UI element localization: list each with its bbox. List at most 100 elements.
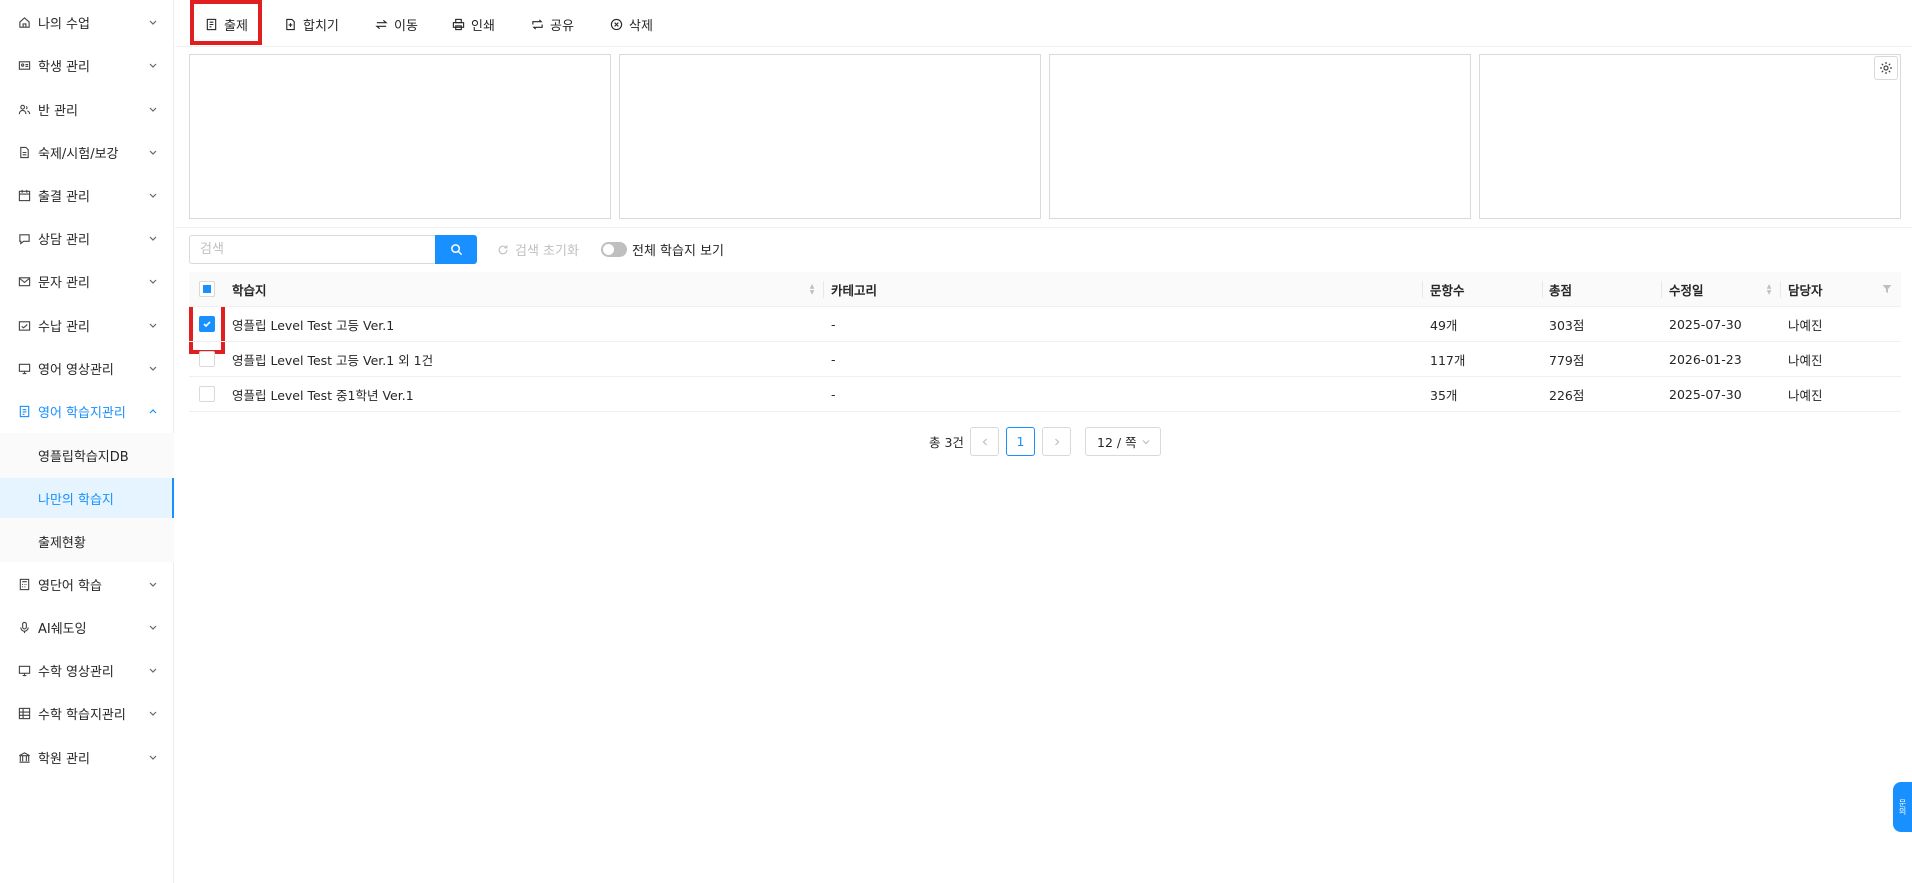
search-reset-label: 검색 초기화 <box>515 244 579 259</box>
sidebar-item-academy[interactable]: 학원 관리 <box>0 736 174 779</box>
cell-question-count: 49개 <box>1430 317 1458 333</box>
sidebar-item-label: 상담 관리 <box>38 233 90 248</box>
sort-icon[interactable]: ▲ ▼ <box>808 284 816 296</box>
sidebar-item-payments[interactable]: 수납 관리 <box>0 304 174 347</box>
share-icon <box>532 18 543 30</box>
prev-page-button[interactable] <box>970 427 999 456</box>
book-icon <box>17 405 31 419</box>
assign-button-label: 출제 <box>224 18 248 34</box>
search-reset-button[interactable]: 검색 초기화 <box>497 235 579 264</box>
sidebar-item-label: 영단어 학습 <box>38 579 102 594</box>
column-header-worksheet[interactable]: 학습지 <box>232 272 267 306</box>
show-all-toggle[interactable]: 전체 학습지 보기 <box>601 235 724 264</box>
sidebar: 나의 수업 학생 관리 반 관리 숙제/시험/보강 출결 관리 상담 관리 문자… <box>0 0 174 883</box>
cell-question-count: 35개 <box>1430 387 1458 403</box>
sort-icon[interactable]: ▲ ▼ <box>1765 284 1773 296</box>
microphone-icon <box>17 621 31 635</box>
merge-button[interactable]: 합치기 <box>276 8 347 40</box>
sidebar-item-english-worksheet[interactable]: 영어 학습지관리 <box>0 390 174 433</box>
move-button-label: 이동 <box>394 18 418 34</box>
column-header-modified-date[interactable]: 수정일 <box>1669 272 1704 306</box>
cell-title[interactable]: 영플립 Level Test 고등 Ver.1 <box>232 307 394 341</box>
pagination-total: 총 3건 <box>929 435 964 450</box>
gear-icon <box>1880 62 1892 74</box>
sidebar-item-sms[interactable]: 문자 관리 <box>0 260 174 303</box>
table-row[interactable]: 영플립 Level Test 고등 Ver.1 - 49개 303점 2025-… <box>189 307 1901 342</box>
sidebar-item-students[interactable]: 학생 관리 <box>0 44 174 87</box>
row-checkbox[interactable] <box>199 351 215 367</box>
sidebar-item-label: 영어 학습지관리 <box>38 406 126 421</box>
sidebar-item-math-video[interactable]: 수학 영상관리 <box>0 649 174 692</box>
sidebar-item-homework[interactable]: 숙제/시험/보강 <box>0 131 174 174</box>
toggle-switch[interactable] <box>601 242 627 257</box>
print-button[interactable]: 인쇄 <box>444 8 503 40</box>
filter-icon[interactable] <box>1882 272 1892 306</box>
chevron-down-icon <box>149 323 157 328</box>
sidebar-item-label: 나의 수업 <box>38 17 90 32</box>
sidebar-item-label: 수학 학습지관리 <box>38 708 126 723</box>
cell-owner: 나예진 <box>1788 387 1823 403</box>
sidebar-item-vocab[interactable]: 영단어 학습 <box>0 563 174 606</box>
toolbar: 출제 합치기 이동 인쇄 공유 삭제 <box>175 0 1912 47</box>
row-checkbox[interactable] <box>199 316 215 332</box>
select-all-checkbox[interactable] <box>199 281 215 297</box>
file-icon <box>17 146 31 160</box>
table-row[interactable]: 영플립 Level Test 고등 Ver.1 외 1건 - 117개 779점… <box>189 342 1901 377</box>
chevron-down-icon <box>149 107 157 112</box>
cell-modified-date: 2025-07-30 <box>1669 386 1742 402</box>
preview-card <box>189 54 611 219</box>
row-checkbox[interactable] <box>199 386 215 402</box>
chevron-left-icon <box>982 438 987 445</box>
cell-total-score: 226점 <box>1549 387 1585 403</box>
sidebar-item-classes[interactable]: 반 관리 <box>0 88 174 131</box>
preview-card <box>1479 54 1901 219</box>
check-icon <box>203 321 211 328</box>
grid-icon <box>17 707 31 721</box>
worksheet-table: 학습지 ▲ ▼ 카테고리 문항수 총점 수정일 ▲ ▼ 담당자 영플립 Level <box>189 272 1901 412</box>
sidebar-item-attendance[interactable]: 출결 관리 <box>0 174 174 217</box>
table-row[interactable]: 영플립 Level Test 중1학년 Ver.1 - 35개 226점 202… <box>189 377 1901 412</box>
sidebar-item-label: 숙제/시험/보강 <box>38 147 119 162</box>
monitor-icon <box>17 664 31 678</box>
chevron-down-icon <box>149 625 157 630</box>
calculator-icon <box>17 578 31 592</box>
cell-total-score: 303점 <box>1549 317 1585 333</box>
sidebar-item-label: 문자 관리 <box>38 276 90 291</box>
search-button[interactable] <box>435 235 477 264</box>
sidebar-item-ai-shadowing[interactable]: AI쉐도잉 <box>0 606 174 649</box>
delete-button[interactable]: 삭제 <box>602 8 661 40</box>
sidebar-subitem-yeongflip-db[interactable]: 영플립학습지DB <box>0 435 174 475</box>
home-icon <box>17 16 31 30</box>
move-button[interactable]: 이동 <box>367 8 426 40</box>
share-button-label: 공유 <box>550 18 574 34</box>
sidebar-item-counseling[interactable]: 상담 관리 <box>0 217 174 260</box>
sidebar-subitem-assign-status[interactable]: 출제현황 <box>0 521 174 561</box>
chevron-down-icon <box>149 755 157 760</box>
calendar-icon <box>17 189 31 203</box>
share-button[interactable]: 공유 <box>523 8 582 40</box>
chevron-up-icon <box>149 408 157 413</box>
search-input[interactable] <box>189 235 436 264</box>
print-icon <box>452 18 465 30</box>
chevron-down-icon <box>149 668 157 673</box>
cell-title[interactable]: 영플립 Level Test 고등 Ver.1 외 1건 <box>232 342 433 376</box>
next-page-button[interactable] <box>1042 427 1071 456</box>
mail-icon <box>17 275 31 289</box>
merge-icon <box>286 18 295 30</box>
page-size-select[interactable]: 12 / 쪽 <box>1085 427 1161 456</box>
inquiry-floating-button[interactable]: 문의 <box>1893 782 1912 832</box>
assign-button[interactable]: 출제 <box>197 8 256 40</box>
reload-icon <box>498 244 508 254</box>
cell-modified-date: 2025-07-30 <box>1669 316 1742 332</box>
page-button-current[interactable]: 1 <box>1006 427 1035 456</box>
column-separator <box>823 281 824 298</box>
cell-title[interactable]: 영플립 Level Test 중1학년 Ver.1 <box>232 377 414 411</box>
preview-card <box>619 54 1041 219</box>
chevron-down-icon <box>149 366 157 371</box>
settings-button[interactable] <box>1874 56 1898 80</box>
sidebar-subitem-my-worksheets[interactable]: 나만의 학습지 <box>0 478 174 518</box>
sidebar-item-english-video[interactable]: 영어 영상관리 <box>0 347 174 390</box>
column-header-owner: 담당자 <box>1788 282 1823 298</box>
sidebar-item-my-class[interactable]: 나의 수업 <box>0 1 174 44</box>
sidebar-item-math-worksheet[interactable]: 수학 학습지관리 <box>0 692 174 735</box>
